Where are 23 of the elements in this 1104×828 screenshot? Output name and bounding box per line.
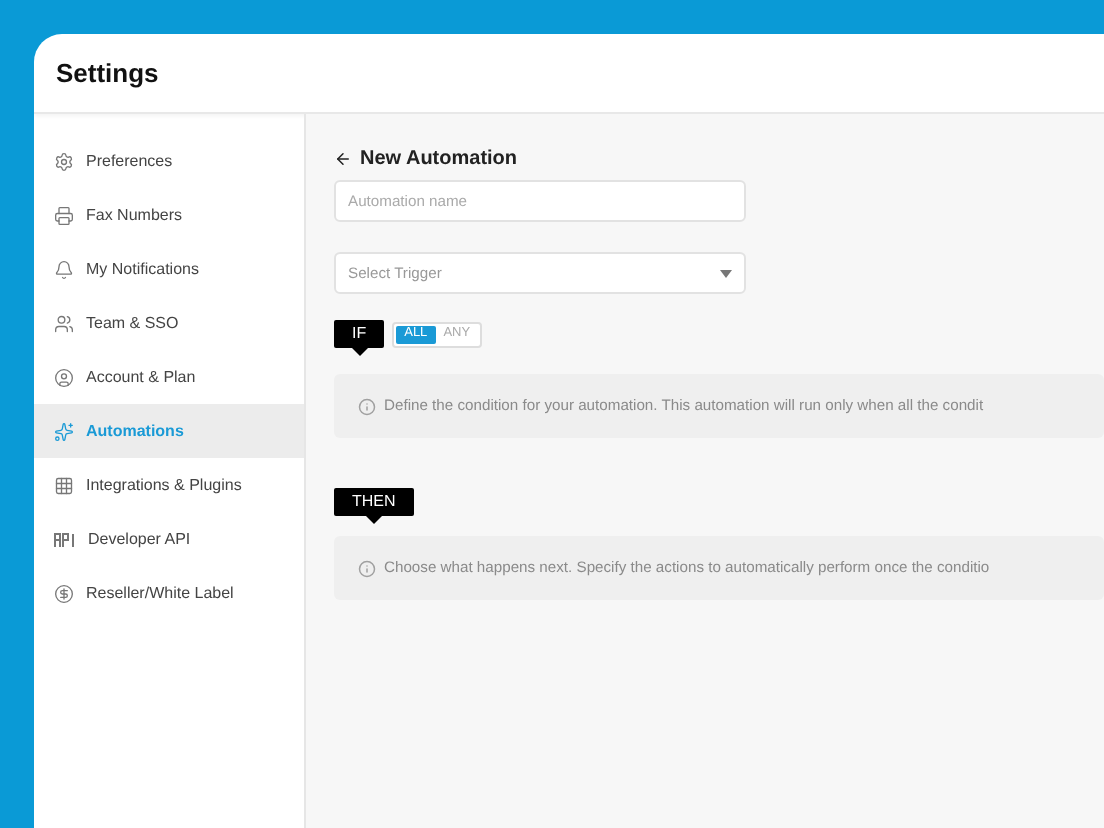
sidebar-item[interactable]: Preferences <box>34 134 304 188</box>
user-circle-icon <box>54 367 74 387</box>
sidebar-item[interactable]: Team & SSO <box>34 296 304 350</box>
sparkles-icon <box>54 421 74 441</box>
info-icon <box>358 397 376 415</box>
sidebar-item[interactable]: Reseller/White Label <box>34 566 304 620</box>
sidebar-item[interactable]: Fax Numbers <box>34 188 304 242</box>
dollar-icon <box>54 583 74 603</box>
window-title: Settings <box>56 55 159 92</box>
sidebar-item[interactable]: Integrations & Plugins <box>34 458 304 512</box>
bell-icon <box>54 259 74 279</box>
sidebar-item[interactable]: Account & Plan <box>34 350 304 404</box>
printer-icon <box>54 205 74 225</box>
users-icon <box>54 313 74 333</box>
caret-icon <box>720 269 732 277</box>
gear-icon <box>54 151 74 171</box>
page-title: New Automation <box>360 145 518 173</box>
back-arrow-icon[interactable] <box>334 149 352 167</box>
grid-icon <box>54 475 74 495</box>
sidebar-item[interactable]: Developer API <box>34 512 304 566</box>
sidebar-item[interactable]: My Notifications <box>34 242 304 296</box>
api-icon <box>54 531 76 547</box>
info-icon <box>358 559 376 577</box>
